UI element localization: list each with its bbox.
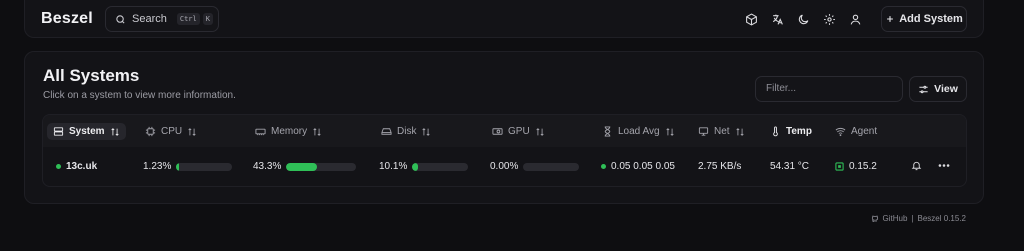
status-indicator — [56, 164, 61, 169]
shortcut-key: Ctrl — [176, 13, 200, 25]
disk-value: 10.1% — [379, 161, 408, 172]
disk-cell: 10.1% — [379, 161, 469, 172]
network-icon — [698, 126, 709, 137]
sort-icon — [665, 127, 675, 137]
header-actions — [741, 8, 865, 30]
cpu-cell: 1.23% — [143, 161, 233, 172]
shortcut-key: K — [202, 13, 213, 25]
wifi-icon — [835, 126, 846, 137]
column-label: Net — [714, 126, 730, 137]
systems-card: All Systems Click on a system to view mo… — [24, 51, 984, 204]
top-bar: Beszel Search Ctrl K Add System — [24, 0, 984, 38]
sort-icon — [735, 127, 745, 137]
version-link[interactable]: Beszel 0.15.2 — [918, 214, 966, 223]
app-logo[interactable]: Beszel — [41, 10, 93, 28]
cpu-icon — [145, 126, 156, 137]
memory-icon — [255, 126, 266, 137]
server-icon — [53, 126, 64, 137]
net-value: 2.75 KB/s — [698, 161, 742, 172]
gpu-value: 0.00% — [490, 161, 519, 172]
column-header-disk[interactable]: Disk — [381, 123, 431, 140]
github-link[interactable]: GitHub — [883, 214, 908, 223]
filter-input[interactable]: Filter... — [755, 76, 903, 102]
page-title: All Systems — [43, 66, 140, 85]
column-header-load-avg[interactable]: Load Avg — [602, 123, 675, 140]
column-header-temp[interactable]: Temp — [770, 123, 812, 140]
column-label: System — [69, 126, 105, 137]
search-label: Search — [132, 13, 167, 25]
temp-value: 54.31 °C — [770, 161, 810, 172]
column-header-system[interactable]: System — [47, 123, 126, 140]
column-header-agent[interactable]: Agent — [835, 123, 877, 140]
disk-icon — [381, 126, 392, 137]
view-options-button[interactable]: View — [909, 76, 967, 102]
cpu-usage-bar — [176, 162, 233, 171]
column-header-cpu[interactable]: CPU — [145, 123, 197, 140]
cpu-usage-fill — [176, 162, 179, 171]
system-name[interactable]: 13c.uk — [66, 161, 97, 172]
settings-icon[interactable] — [819, 8, 839, 30]
table-row[interactable]: 13c.uk 1.23% 43.3% 10.1% 0.00% 0.05 0.05… — [43, 147, 966, 186]
more-options-icon[interactable] — [937, 160, 951, 171]
sort-icon — [187, 127, 197, 137]
sort-icon — [421, 127, 431, 137]
gpu-icon — [492, 126, 503, 137]
sort-icon — [312, 127, 322, 137]
column-label: Temp — [786, 126, 812, 137]
sliders-icon — [918, 84, 929, 95]
column-label: Memory — [271, 126, 308, 137]
gpu-usage-bar — [523, 162, 580, 171]
column-label: Agent — [851, 126, 878, 137]
net-cell: 2.75 KB/s — [698, 161, 741, 172]
column-label: CPU — [161, 126, 183, 137]
column-header-gpu[interactable]: GPU — [492, 123, 545, 140]
load-avg-cell: 0.05 0.05 0.05 — [601, 161, 675, 172]
load-status-indicator — [601, 164, 606, 169]
plus-icon — [885, 14, 895, 24]
alerts-bell-icon[interactable] — [911, 160, 922, 171]
user-icon[interactable] — [845, 8, 865, 30]
sort-icon — [110, 127, 120, 137]
agent-version: 0.15.2 — [849, 161, 877, 172]
theme-toggle-icon[interactable] — [793, 8, 813, 30]
memory-usage-fill — [286, 162, 317, 171]
column-label: Disk — [397, 126, 417, 137]
page-subtitle: Click on a system to view more informati… — [43, 90, 236, 101]
disk-usage-bar — [412, 162, 469, 171]
memory-usage-bar — [286, 162, 357, 171]
system-cell[interactable]: 13c.uk — [56, 161, 97, 172]
agent-cell: 0.15.2 — [835, 161, 877, 172]
add-system-button[interactable]: Add System — [881, 6, 967, 32]
table-header: System CPU Memory Disk GPU Load Avg Net … — [43, 115, 966, 147]
disk-usage-fill — [412, 162, 418, 171]
agent-status-icon — [835, 162, 844, 171]
sort-icon — [535, 127, 545, 137]
column-header-net[interactable]: Net — [698, 123, 745, 140]
add-system-label: Add System — [899, 13, 963, 25]
memory-cell: 43.3% — [253, 161, 357, 172]
cpu-value: 1.23% — [143, 161, 172, 172]
footer: GitHub | Beszel 0.15.2 — [871, 214, 966, 223]
footer-separator: | — [911, 214, 914, 223]
column-header-memory[interactable]: Memory — [255, 123, 322, 140]
load-avg-value: 0.05 0.05 0.05 — [611, 161, 675, 172]
column-label: GPU — [508, 126, 530, 137]
thermometer-icon — [770, 126, 781, 137]
language-icon[interactable] — [767, 8, 787, 30]
containers-icon[interactable] — [741, 8, 761, 30]
view-label: View — [934, 83, 958, 95]
search-icon — [115, 14, 126, 25]
gpu-cell: 0.00% — [490, 161, 580, 172]
memory-value: 43.3% — [253, 161, 282, 172]
hourglass-icon — [602, 126, 613, 137]
temp-cell: 54.31 °C — [770, 161, 809, 172]
search-button[interactable]: Search Ctrl K — [105, 6, 219, 32]
keyboard-shortcut: Ctrl K — [176, 13, 213, 25]
systems-table: System CPU Memory Disk GPU Load Avg Net … — [42, 114, 967, 187]
column-label: Load Avg — [618, 126, 660, 137]
github-icon — [871, 215, 879, 223]
